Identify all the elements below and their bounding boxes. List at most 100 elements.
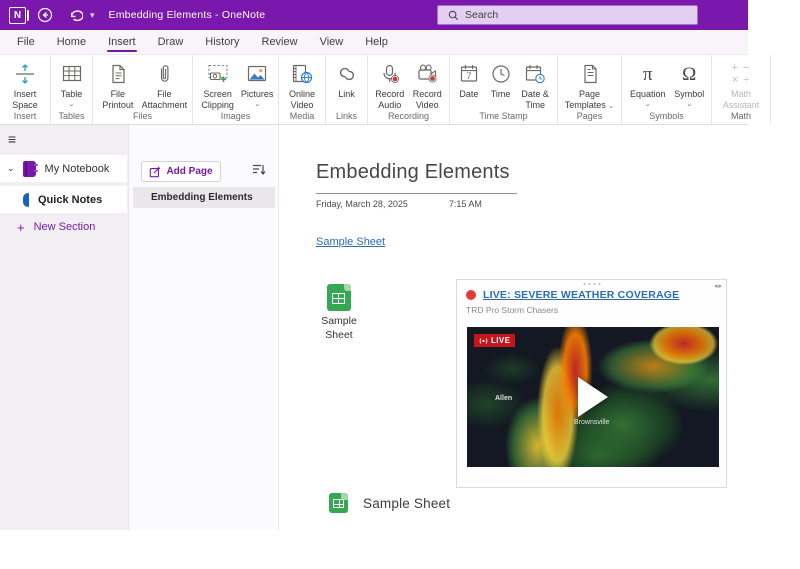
resize-handle-icon[interactable]: ◂▸ xyxy=(714,282,723,290)
inline-attachment-row[interactable]: Sample Sheet xyxy=(329,493,450,513)
ribbon: Insert Space Insert Table ⌄ Tables xyxy=(0,55,748,125)
hamburger-menu-icon[interactable]: ≡ xyxy=(8,132,16,146)
notebook-label: My Notebook xyxy=(45,163,110,175)
menu-history[interactable]: History xyxy=(194,30,250,54)
pictures-button[interactable]: Pictures ⌄ xyxy=(239,58,275,108)
screen: N ▾ Embedding Elements - OneNote File Ho… xyxy=(0,0,800,569)
notebook-row-my-notebook[interactable]: ⌄ My Notebook xyxy=(0,155,127,182)
file-attachment-block[interactable]: Sample Sheet xyxy=(308,284,370,342)
video-thumbnail[interactable]: LIVE Allen Brownsville xyxy=(467,327,719,467)
city-label: Brownsville xyxy=(574,419,609,426)
section-tab-icon xyxy=(23,193,29,207)
page-title-label: Embedding Elements xyxy=(151,192,253,203)
broadcast-icon xyxy=(479,337,488,345)
spreadsheet-file-icon[interactable] xyxy=(329,493,348,513)
ribbon-group-images: Screen Clipping Pictures ⌄ Images xyxy=(193,55,279,124)
equation-icon: π xyxy=(643,60,653,88)
insert-space-icon xyxy=(13,60,37,88)
video-title-link[interactable]: LIVE: SEVERE WEATHER COVERAGE xyxy=(483,289,679,301)
time-icon xyxy=(489,60,513,88)
date-and-time-button[interactable]: Date & Time xyxy=(516,58,554,110)
table-button[interactable]: Table ⌄ xyxy=(54,58,89,108)
record-video-button[interactable]: Record Video xyxy=(409,58,447,110)
search-input[interactable] xyxy=(465,9,665,21)
menu-file[interactable]: File xyxy=(6,30,46,54)
dropdown-caret-icon: ⌄ xyxy=(69,101,75,108)
onenote-app-icon: N xyxy=(9,7,26,24)
online-video-icon xyxy=(290,60,314,88)
search-box[interactable] xyxy=(437,5,698,25)
dropdown-caret-icon: ⌄ xyxy=(608,103,614,110)
plus-icon: + xyxy=(17,220,25,235)
city-label: Allen xyxy=(495,395,512,402)
menu-view[interactable]: View xyxy=(309,30,355,54)
dropdown-caret-icon: ⌄ xyxy=(254,101,260,108)
symbol-button[interactable]: Ω Symbol ⌄ xyxy=(670,58,708,108)
window-title: Embedding Elements - OneNote xyxy=(109,9,266,21)
ribbon-group-media: Online Video Media xyxy=(279,55,326,124)
ribbon-group-recording: Record Audio Record Video Recording xyxy=(368,55,450,124)
folded-corner xyxy=(344,284,351,291)
onenote-window: N ▾ Embedding Elements - OneNote File Ho… xyxy=(0,0,748,530)
attachment-filename: Sample Sheet xyxy=(308,315,370,342)
math-assistant-icon: + − × ÷ xyxy=(732,60,751,88)
note-title[interactable]: Embedding Elements xyxy=(316,161,510,184)
menu-insert[interactable]: Insert xyxy=(97,30,147,54)
notebook-sidebar: ≡ ⌄ My Notebook Quick Notes + New Sectio… xyxy=(0,125,128,530)
quick-access-caret-icon[interactable]: ▾ xyxy=(90,10,95,21)
file-printout-button[interactable]: File Printout xyxy=(96,58,140,110)
body-area: ≡ ⌄ My Notebook Quick Notes + New Sectio… xyxy=(0,125,748,530)
add-page-label: Add Page xyxy=(166,166,212,177)
sort-pages-icon[interactable] xyxy=(252,163,266,176)
note-time: 7:15 AM xyxy=(449,199,482,209)
drag-handle-icon[interactable] xyxy=(583,283,600,285)
ribbon-group-symbols: π Equation ⌄ Ω Symbol ⌄ Symbols xyxy=(622,55,712,124)
spreadsheet-file-icon[interactable] xyxy=(327,284,351,311)
search-icon xyxy=(448,10,459,21)
back-button[interactable] xyxy=(34,4,56,26)
file-attachment-icon xyxy=(152,60,176,88)
sheet-grid xyxy=(332,293,345,304)
compose-icon xyxy=(149,166,161,178)
chevron-down-icon[interactable]: ⌄ xyxy=(7,163,15,174)
time-button[interactable]: Time xyxy=(485,58,517,100)
sample-sheet-link[interactable]: Sample Sheet xyxy=(316,236,385,248)
record-video-icon xyxy=(415,60,439,88)
note-date: Friday, March 28, 2025 xyxy=(316,199,408,209)
add-page-button[interactable]: Add Page xyxy=(141,161,221,182)
live-dot-icon xyxy=(466,290,476,300)
date-time-icon xyxy=(523,60,547,88)
menu-bar: File Home Insert Draw History Review Vie… xyxy=(0,30,748,55)
link-button[interactable]: Link xyxy=(329,58,364,100)
menu-review[interactable]: Review xyxy=(251,30,309,54)
play-button[interactable] xyxy=(578,377,608,417)
menu-draw[interactable]: Draw xyxy=(147,30,195,54)
online-video-button[interactable]: Online Video xyxy=(282,58,322,110)
new-section-label: New Section xyxy=(34,221,96,233)
file-attachment-button[interactable]: File Attachment xyxy=(140,58,189,110)
sheet-grid xyxy=(333,499,344,508)
date-button[interactable]: 7 Date xyxy=(453,58,485,100)
undo-button[interactable] xyxy=(64,4,86,26)
section-row-quick-notes[interactable]: Quick Notes xyxy=(0,186,127,213)
ribbon-group-links: Link Links xyxy=(326,55,368,124)
insert-space-button[interactable]: Insert Space xyxy=(3,58,47,110)
new-section-button[interactable]: + New Section xyxy=(0,217,127,237)
date-icon: 7 xyxy=(457,60,481,88)
note-canvas[interactable]: Embedding Elements Friday, March 28, 202… xyxy=(278,125,748,530)
page-list-item-embedding-elements[interactable]: Embedding Elements xyxy=(133,187,275,208)
page-templates-button[interactable]: Page Templates ⌄ xyxy=(561,58,618,110)
screen-clipping-button[interactable]: Screen Clipping xyxy=(196,58,239,110)
record-audio-button[interactable]: Record Audio xyxy=(371,58,409,110)
embedded-video-card[interactable]: ◂▸ LIVE: SEVERE WEATHER COVERAGE TRD Pro… xyxy=(456,279,727,488)
math-assistant-button[interactable]: + − × ÷ Math Assistant xyxy=(715,58,767,110)
ribbon-group-tables: Table ⌄ Tables xyxy=(51,55,93,124)
menu-home[interactable]: Home xyxy=(46,30,97,54)
ribbon-group-files: File Printout File Attachment Files xyxy=(93,55,193,124)
record-audio-icon xyxy=(378,60,402,88)
menu-help[interactable]: Help xyxy=(354,30,399,54)
video-channel-label: TRD Pro Storm Chasers xyxy=(466,305,558,315)
screen-clipping-icon xyxy=(205,60,231,88)
ribbon-group-insert: Insert Space Insert xyxy=(0,55,51,124)
equation-button[interactable]: π Equation ⌄ xyxy=(625,58,670,108)
